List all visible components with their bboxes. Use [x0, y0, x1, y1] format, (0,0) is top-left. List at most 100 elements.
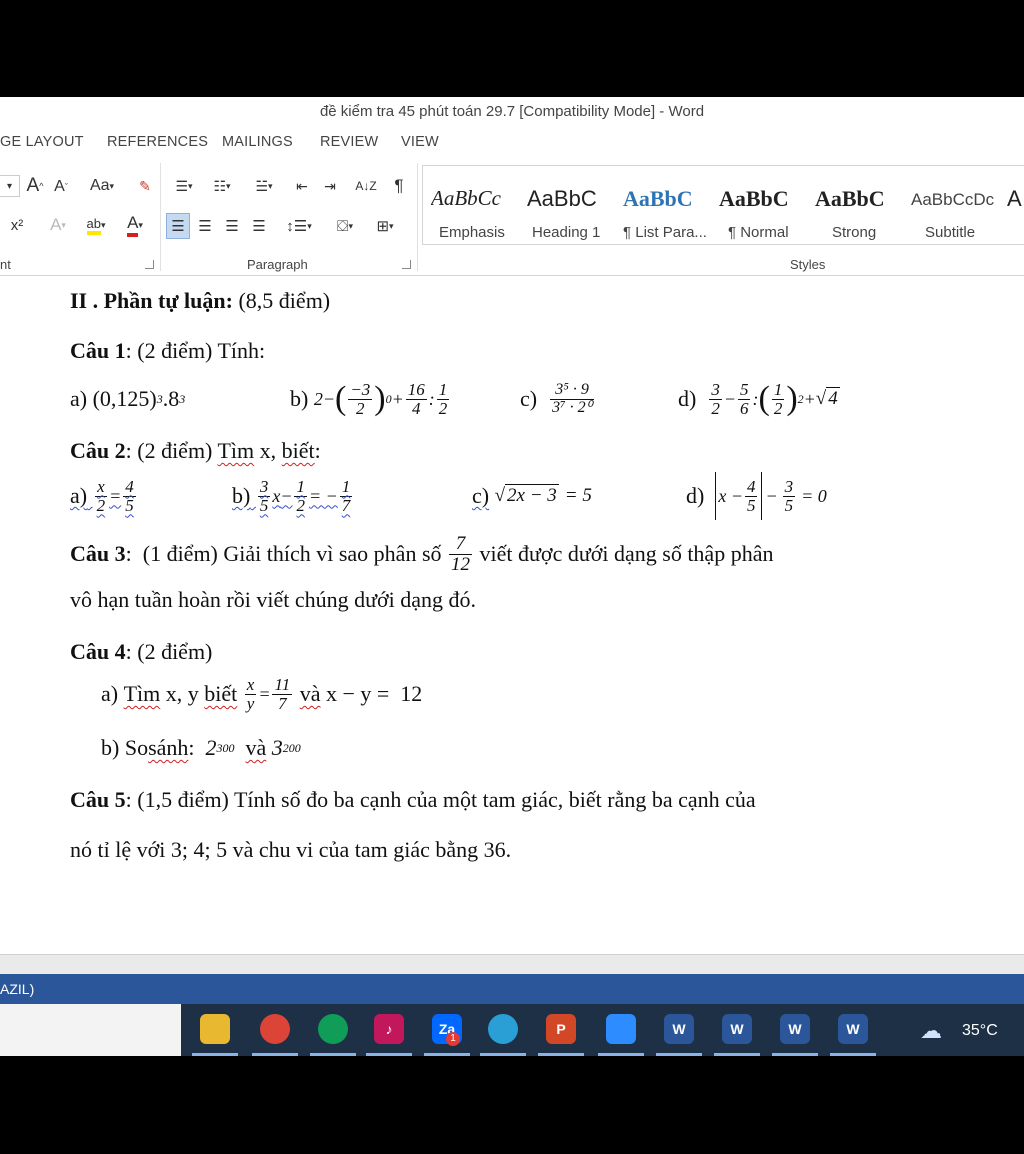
q2-item-c: c) √ 2x − 3 = 5 — [472, 483, 592, 508]
q1-item-c: c) 3⁵ · 9 3⁷ · 2⁰ — [520, 380, 595, 416]
taskbar-search-box[interactable] — [0, 1004, 181, 1056]
borders-icon[interactable]: ⊞ ▾ — [366, 213, 404, 239]
language-indicator[interactable]: AZIL) — [0, 981, 34, 997]
ribbon: ▾ A ^ Aˇ Aa ▾ ✎ x² A ▾ ab ▾ A ▾ nt ☰ ▾ ☷ ▾ ☱ ▾ ⇤… — [0, 157, 1024, 276]
font-color-button[interactable]: A ▾ — [116, 213, 154, 237]
style-list-paragraph-name[interactable]: ¶ List Para... — [623, 224, 707, 241]
increase-indent-icon[interactable]: ⇥ — [318, 174, 342, 198]
tab-references[interactable]: REFERENCES — [107, 134, 208, 150]
q1-item-b: b) 2 − ( −3 2 ) 0 + 16 4 : 12 — [290, 379, 450, 418]
style-list-paragraph-sample[interactable]: AaBbC — [623, 186, 707, 212]
change-case-button[interactable]: Aa ▾ — [84, 174, 120, 198]
document-page[interactable]: II . Phần tự luận: (8,5 điểm) Câu 1: (2 … — [0, 276, 1024, 954]
clear-formatting-icon[interactable]: ✎ — [134, 174, 156, 198]
q4-item-b: b) So sánh: 2 300 và 3 200 — [101, 735, 301, 760]
decrease-indent-icon[interactable]: ⇤ — [290, 174, 314, 198]
word-icon[interactable]: W — [722, 1014, 752, 1044]
square-root: √ 2x − 3 — [494, 484, 559, 506]
ribbon-separator — [160, 163, 161, 271]
style-strong-name[interactable]: Strong — [832, 224, 876, 241]
tab-view[interactable]: VIEW — [401, 134, 439, 150]
grow-font-button[interactable]: A ^ — [24, 173, 46, 199]
fraction: x2 — [94, 476, 108, 515]
fraction: xy — [244, 674, 257, 713]
style-subtitle-sample[interactable]: AaBbCcDc — [911, 190, 1003, 210]
style-normal-name[interactable]: ¶ Normal — [728, 224, 789, 241]
status-bar: AZIL) — [0, 974, 1024, 1004]
fraction: 32 — [709, 379, 722, 418]
taskbar: ♪ Za P W W W W 1 ☁ 35°C — [0, 1004, 1024, 1056]
style-strong-sample[interactable]: AaBbC — [815, 186, 899, 212]
horizontal-scroll-area[interactable] — [0, 954, 1024, 974]
question-3-line-2: vô hạn tuần hoàn rồi viết chúng dưới dạn… — [70, 587, 477, 612]
font-dialog-launcher-icon[interactable] — [145, 260, 154, 269]
paragraph-dialog-launcher-icon[interactable] — [402, 260, 411, 269]
numbering-icon[interactable]: ☷ ▾ — [204, 174, 240, 198]
fraction: −3 2 — [348, 379, 373, 418]
q1-item-d: d) 32 − 56 : ( 12 ) 2 + √ 4 — [678, 379, 840, 418]
square-root: √ 4 — [815, 387, 840, 409]
multilevel-list-icon[interactable]: ☱ ▾ — [244, 174, 284, 198]
zoom-icon[interactable] — [606, 1014, 636, 1044]
question-4-heading: Câu 4: (2 điểm) — [70, 639, 213, 664]
top-black-border — [0, 0, 1024, 97]
tab-mailings[interactable]: MAILINGS — [222, 134, 293, 150]
fraction: 35 — [782, 476, 796, 515]
text-effects-button[interactable]: A ▾ — [42, 213, 74, 237]
fraction: 17 — [339, 476, 353, 515]
bullets-icon[interactable]: ☰ ▾ — [166, 174, 202, 198]
style-heading1-name[interactable]: Heading 1 — [532, 224, 600, 241]
show-formatting-marks-icon[interactable]: ¶ — [388, 174, 410, 198]
q1-item-a: a) (0,125) 3 .8 3 — [70, 386, 186, 411]
highlight-color-button[interactable]: ab ▾ — [76, 213, 116, 237]
zalo-notification-badge: 1 — [446, 1032, 460, 1046]
fraction: 12 — [436, 379, 450, 418]
q2-item-d: d) x − 45 − 35 = 0 — [686, 470, 827, 522]
ribbon-tabs: GE LAYOUT REFERENCES MAILINGS REVIEW VIE… — [0, 127, 1024, 157]
style-subtitle-name[interactable]: Subtitle — [925, 224, 975, 241]
fraction: 56 — [737, 379, 751, 418]
fraction: 35 — [257, 476, 271, 515]
word-icon[interactable]: W — [780, 1014, 810, 1044]
chrome-icon[interactable] — [318, 1014, 348, 1044]
sort-icon[interactable]: A↓Z — [352, 174, 380, 198]
question-5: Câu 5: (1,5 điểm) Tính số đo ba cạnh của… — [70, 787, 756, 812]
fraction: 45 — [744, 476, 758, 515]
word-icon[interactable]: W — [838, 1014, 868, 1044]
shading-icon[interactable]: ⛋ ▾ — [326, 213, 364, 239]
tab-page-layout[interactable]: GE LAYOUT — [0, 134, 84, 150]
temperature-label[interactable]: 35°C — [962, 1022, 998, 1040]
styles-gallery: AaBbCc Emphasis AaBbC Heading 1 AaBbC ¶ … — [422, 165, 1024, 245]
style-emphasis-sample[interactable]: AaBbCc — [431, 186, 517, 211]
superscript-button[interactable]: x² — [6, 213, 28, 237]
line-spacing-icon[interactable]: ↕☰ ▾ — [280, 213, 318, 239]
ribbon-separator — [417, 163, 418, 271]
window-title: đề kiểm tra 45 phút toán 29.7 [Compatibi… — [319, 103, 705, 120]
align-left-icon[interactable]: ☰ — [166, 213, 190, 239]
edge-icon[interactable] — [488, 1014, 518, 1044]
fraction: 3⁵ · 9 3⁷ · 2⁰ — [550, 380, 595, 416]
style-normal-sample[interactable]: AaBbC — [719, 186, 803, 212]
section-heading: II . Phần tự luận: (8,5 điểm) — [70, 288, 331, 313]
fraction: 11 7 — [272, 674, 293, 713]
align-center-icon[interactable]: ☰ — [193, 213, 217, 239]
question-3: Câu 3: (1 điểm) Giải thích vì sao phân s… — [70, 532, 774, 575]
chrome-icon[interactable] — [260, 1014, 290, 1044]
style-heading1-sample[interactable]: AaBbC — [527, 186, 611, 212]
music-app-icon[interactable]: ♪ — [374, 1014, 404, 1044]
weather-icon[interactable]: ☁ — [920, 1018, 942, 1044]
align-right-icon[interactable]: ☰ — [220, 213, 244, 239]
fraction: 45 — [123, 476, 136, 515]
file-explorer-icon[interactable] — [200, 1014, 230, 1044]
font-size-dropdown[interactable]: ▾ — [0, 175, 20, 197]
word-icon[interactable]: W — [664, 1014, 694, 1044]
shrink-font-button[interactable]: Aˇ — [50, 175, 72, 199]
q2-item-b: b) 35 x − 12 = − 17 — [232, 476, 353, 515]
style-more-sample[interactable]: A — [1007, 186, 1024, 212]
powerpoint-icon[interactable]: P — [546, 1014, 576, 1044]
styles-group-label: Styles — [790, 257, 826, 272]
style-emphasis-name[interactable]: Emphasis — [439, 224, 505, 241]
title-bar: đề kiểm tra 45 phút toán 29.7 [Compatibi… — [0, 97, 1024, 127]
tab-review[interactable]: REVIEW — [320, 134, 378, 150]
justify-icon[interactable]: ☰ — [247, 213, 271, 239]
